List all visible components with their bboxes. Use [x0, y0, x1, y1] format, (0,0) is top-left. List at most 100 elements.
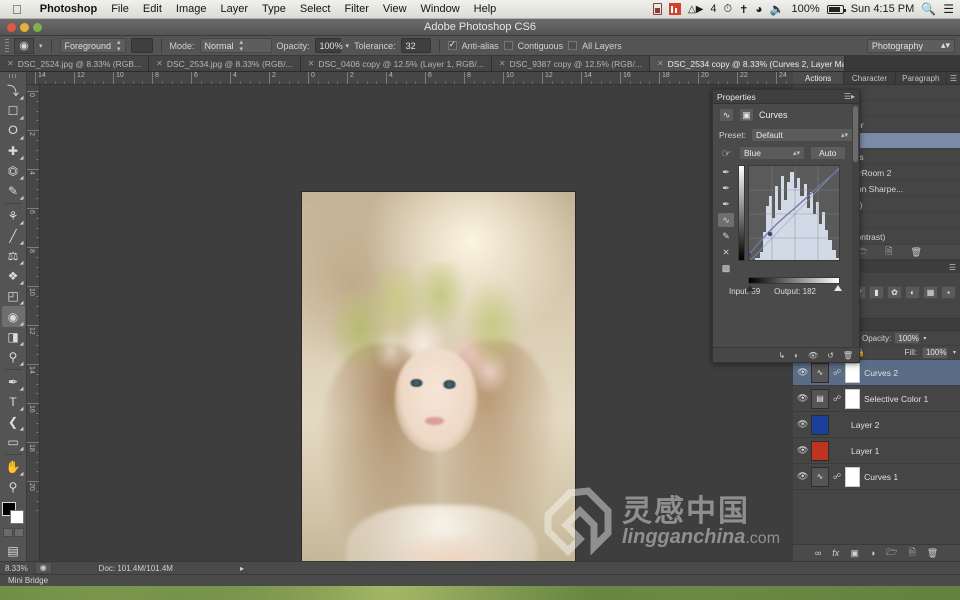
hue-saturation-icon[interactable]: ✿ [887, 286, 902, 299]
black-white-icon[interactable]: ▦ [923, 286, 938, 299]
screen-mode-tool[interactable]: ▤ [2, 541, 25, 561]
close-icon[interactable]: ✕ [308, 59, 315, 68]
menu-select[interactable]: Select [293, 0, 338, 19]
panel-menu-icon[interactable]: ☰ [949, 263, 956, 272]
canvas-surface[interactable]: 灵感中国 lingganchina.com [40, 85, 793, 561]
layer-visibility-icon[interactable]: 👁 [797, 419, 808, 430]
layer-style-icon[interactable]: fx [832, 548, 839, 558]
opacity-chevron-icon[interactable]: ▾ [923, 335, 926, 342]
black-white-point-sliders[interactable] [746, 283, 842, 291]
menu-type[interactable]: Type [255, 0, 293, 19]
document-image[interactable] [302, 192, 575, 561]
paint-bucket-tool[interactable]: ◉ ◢ [1, 306, 25, 327]
menu-layer[interactable]: Layer [213, 0, 255, 19]
vertical-ruler[interactable]: 0 2 4 6 8 10 12 14 16 18 20 [27, 85, 40, 561]
move-tool[interactable]: ⤵ ◢ [2, 81, 25, 101]
menu-window[interactable]: Window [414, 0, 467, 19]
selective-color-thumb-icon[interactable]: ▤ [811, 388, 829, 409]
eyedropper-tool[interactable]: ✎ ◢ [2, 181, 25, 201]
pen-tool[interactable]: ✒ ◢ [2, 372, 25, 392]
type-tool[interactable]: T ◢ [2, 392, 25, 412]
tab-actions[interactable]: Actions [793, 72, 845, 84]
battery-icon[interactable] [826, 4, 846, 14]
link-mask-icon[interactable]: ☍ [833, 394, 841, 403]
curves-thumb-icon[interactable]: ∿ [811, 362, 829, 383]
horizontal-ruler[interactable]: 14 12 10 8 6 4 2 0 2 4 6 8 10 12 14 16 18 20 22 24 [27, 72, 793, 85]
pencil-draw-curve-icon[interactable]: ✎ [718, 229, 734, 243]
layer-mask-thumb[interactable] [845, 362, 861, 383]
volume-icon[interactable]: 🔈 [770, 2, 785, 16]
notification-center-icon[interactable]: ☰ [943, 2, 954, 16]
curves-icon[interactable]: ∿ [719, 108, 734, 122]
on-image-adjust-icon[interactable]: ☞ [719, 146, 734, 160]
apple-menu-icon[interactable]:  [0, 3, 33, 16]
toggle-visibility-icon[interactable]: 👁 [808, 351, 818, 360]
curve-display-options-icon[interactable]: ▩ [718, 261, 734, 275]
menu-file[interactable]: File [104, 0, 136, 19]
tab-character[interactable]: Character [844, 72, 896, 84]
lasso-tool[interactable]: ⭘ ◢ [2, 121, 25, 141]
new-action-icon[interactable]: 🗎 [885, 244, 892, 260]
all-layers-checkbox[interactable] [568, 41, 578, 50]
tab-properties[interactable]: Properties [717, 92, 756, 102]
wifi-icon[interactable]: ◕ [755, 2, 762, 16]
menu-help[interactable]: Help [467, 0, 504, 19]
bluetooth-icon[interactable] [653, 3, 663, 15]
layer-mask-thumb[interactable] [845, 466, 861, 487]
layer-visibility-icon[interactable]: 👁 [797, 445, 808, 456]
history-brush-tool[interactable]: ❖ ◢ [2, 266, 25, 286]
curve-point-tool-icon[interactable]: ∿ [718, 213, 734, 227]
layer-visibility-icon[interactable]: 👁 [797, 471, 808, 482]
contiguous-checkbox[interactable] [503, 41, 513, 50]
reset-icon[interactable]: ↺ [827, 351, 834, 360]
delete-adjustment-icon[interactable]: 🗑 [843, 351, 853, 360]
opacity-chevron-icon[interactable]: ▾ [346, 42, 350, 50]
recording-icon[interactable] [669, 3, 682, 15]
clock[interactable]: Sun 4:15 PM [851, 3, 915, 15]
workspace-select[interactable]: Photography ▴▾ [866, 38, 955, 53]
close-icon[interactable]: ✕ [7, 59, 14, 68]
document-thumb-icon[interactable]: ◉ [34, 562, 52, 574]
search-icon[interactable]: 🔍 [921, 2, 936, 16]
marquee-tool[interactable]: ☐ ◢ [2, 101, 25, 121]
layer-row[interactable]: 👁 Layer 1 [793, 438, 960, 464]
clone-stamp-tool[interactable]: ⚖ ◢ [2, 246, 25, 266]
layer-row[interactable]: 👁 ∿ ☍ Curves 2 [793, 360, 960, 386]
zoom-level[interactable]: 8.33% [5, 564, 28, 573]
panel-menu-icon[interactable]: ☰ [947, 72, 960, 84]
gray-point-eyedropper-icon[interactable]: ✒ [718, 181, 734, 195]
mini-bridge-bar[interactable]: Mini Bridge [0, 574, 960, 586]
link-mask-icon[interactable]: ☍ [833, 368, 841, 377]
delete-layer-icon[interactable]: 🗑 [927, 548, 938, 559]
fill-source-select[interactable]: Foreground ▴ ▾ [59, 38, 126, 53]
chevron-right-icon[interactable]: ▸ [240, 564, 244, 573]
document-tab[interactable]: ✕ DSC_2534.jpg @ 8.33% (RGB/... [149, 56, 301, 71]
layer-thumb[interactable] [811, 414, 829, 435]
color-balance-icon[interactable]: ◐ [905, 286, 920, 299]
rectangle-tool[interactable]: ▭ ◢ [2, 432, 25, 452]
add-layer-mask-icon[interactable]: ▣ [850, 548, 859, 559]
white-point-slider[interactable] [834, 285, 842, 291]
toolbox-grip[interactable] [8, 74, 18, 78]
time-machine-icon[interactable]: ⏱ [724, 3, 733, 16]
dropbox-icon[interactable]: ✝ [739, 3, 748, 16]
layer-fill-input[interactable]: 100% [921, 346, 948, 359]
preset-select[interactable]: Default ▴▾ [750, 128, 853, 142]
white-point-eyedropper-icon[interactable]: ✒ [718, 197, 734, 211]
layer-opacity-input[interactable]: 100% [894, 332, 921, 344]
close-icon[interactable]: ✕ [156, 59, 163, 68]
opacity-input[interactable]: 100% [314, 38, 343, 53]
close-icon[interactable]: ✕ [657, 59, 664, 68]
vibrance-icon[interactable]: ▮ [869, 286, 884, 299]
airplay-icon[interactable]: △▶ [688, 4, 703, 15]
hand-tool[interactable]: ✋ ◢ [2, 457, 25, 477]
clip-to-layer-icon[interactable]: ↳ [778, 351, 785, 360]
healing-brush-tool[interactable]: ⚘ ◢ [2, 206, 25, 226]
black-point-slider[interactable] [746, 285, 754, 291]
crop-tool[interactable]: ⏣ ◢ [2, 161, 25, 181]
document-tab[interactable]: ✕ DSC_2524.jpg @ 8.33% (RGB... [0, 56, 150, 71]
photo-filter-icon[interactable]: ▪ [941, 286, 956, 299]
layer-mask-thumb[interactable] [845, 388, 861, 409]
document-tab-active[interactable]: ✕ DSC_2534 copy @ 8.33% (Curves 2, Layer… [649, 56, 845, 71]
pattern-swatch[interactable] [130, 38, 153, 53]
